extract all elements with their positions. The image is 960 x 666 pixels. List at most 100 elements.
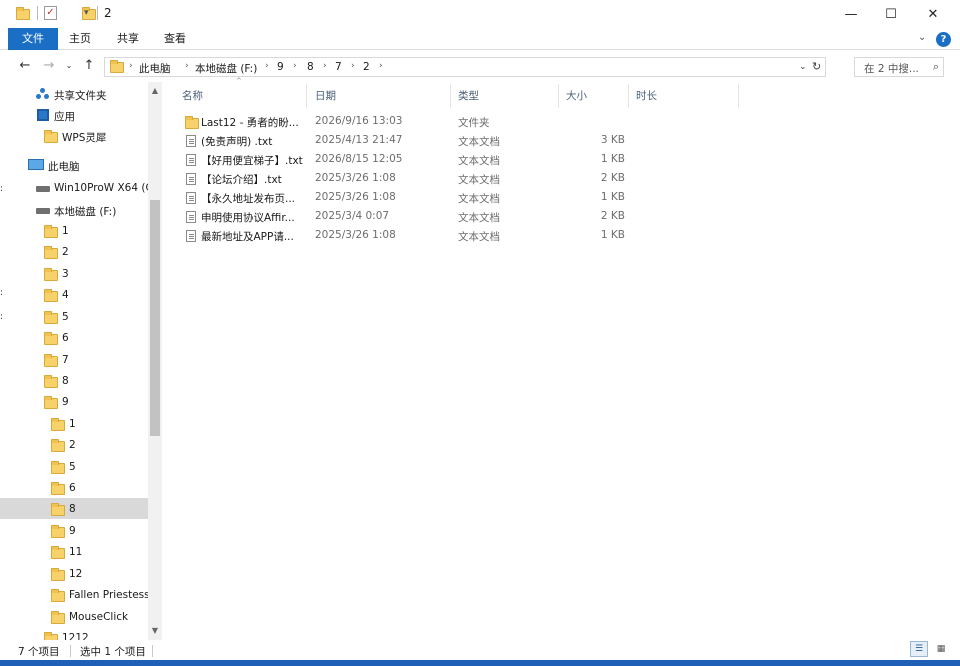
folder-icon [51, 418, 65, 431]
address-bar[interactable]: › 此电脑 › 本地磁盘 (F:) › 9 › 8 › 7 › 2 › ⌄ ↻ [104, 57, 826, 77]
taskbar-edge [0, 660, 960, 666]
details-view-icon[interactable]: ☰ [910, 641, 928, 657]
scrollbar-thumb[interactable] [150, 200, 160, 436]
ribbon: 文件 主页 共享 查看 ⌄ ? [0, 28, 960, 50]
folder-icon [51, 461, 65, 474]
sidebar-item-folder-9-9[interactable]: 9 [0, 520, 148, 541]
sidebar-item-this-pc[interactable]: 此电脑 [0, 155, 148, 176]
sidebar-item-mouseclick[interactable]: MouseClick [0, 606, 148, 627]
text-file-icon [186, 173, 196, 185]
tab-home[interactable]: 主页 [62, 28, 98, 50]
file-list[interactable]: 名称 ^ 日期 类型 大小 时长 Last12 - 勇者的盼... 2026/9… [170, 77, 950, 640]
large-icons-view-icon[interactable]: ▦ [932, 641, 950, 657]
sidebar-item-folder-4[interactable]: 4 [0, 284, 148, 305]
title-bar: ✓ ▾ 2 — ☐ ✕ [0, 0, 960, 28]
refresh-icon[interactable]: ↻ [812, 60, 821, 73]
breadcrumb-8[interactable]: 8 [307, 61, 314, 73]
list-item[interactable]: 申明使用协议Affir... 2025/3/4 0:07 文本文档 2 KB [182, 208, 632, 226]
quick-access-dropdown-icon[interactable]: ▾ [84, 8, 89, 18]
list-item[interactable]: 最新地址及APP请... 2025/3/26 1:08 文本文档 1 KB [182, 227, 632, 245]
list-item[interactable]: 【永久地址发布页... 2025/3/26 1:08 文本文档 1 KB [182, 189, 632, 207]
nav-scrollbar[interactable]: ▲ ▼ [148, 82, 162, 640]
sidebar-item-folder-9-6[interactable]: 6 [0, 477, 148, 498]
sidebar-item-folder-9-1[interactable]: 1 [0, 413, 148, 434]
sidebar-item-label: 3 [62, 268, 69, 280]
up-arrow-icon[interactable]: ↑ [80, 58, 98, 73]
breadcrumb-drive[interactable]: 本地磁盘 (F:) [195, 61, 257, 76]
column-divider[interactable] [450, 84, 451, 108]
column-header-date[interactable]: 日期 [315, 88, 336, 103]
window-title: 2 [104, 6, 112, 20]
sidebar-item-fallen-priestess[interactable]: Fallen Priestess [0, 584, 150, 605]
breadcrumb-this-pc[interactable]: 此电脑 [139, 61, 171, 76]
expand-ribbon-icon[interactable]: ⌄ [918, 32, 926, 43]
maximize-button[interactable]: ☐ [868, 0, 914, 28]
network-icon [36, 88, 50, 100]
separator [97, 6, 98, 20]
text-file-icon [186, 192, 196, 204]
sidebar-item-shared-folder[interactable]: 共享文件夹 [0, 84, 148, 105]
sidebar-item-folder-1212[interactable]: 1212 [0, 627, 148, 640]
sidebar-item-folder-9-8[interactable]: 8 [0, 498, 148, 519]
breadcrumb-2[interactable]: 2 [363, 61, 370, 73]
sidebar-item-folder-9[interactable]: 9 [0, 391, 148, 412]
tab-share[interactable]: 共享 [110, 28, 146, 50]
recent-locations-icon[interactable]: ⌄ [60, 61, 78, 70]
column-divider[interactable] [738, 84, 739, 108]
sidebar-item-folder-9-12[interactable]: 12 [0, 563, 148, 584]
file-type: 文本文档 [458, 136, 500, 148]
breadcrumb-7[interactable]: 7 [335, 61, 342, 73]
file-name: 最新地址及APP请... [201, 231, 294, 243]
folder-icon [44, 246, 58, 259]
list-item[interactable]: Last12 - 勇者的盼... 2026/9/16 13:03 文件夹 [182, 113, 632, 131]
sidebar-item-label: 5 [62, 311, 69, 323]
sidebar-item-label: 共享文件夹 [54, 90, 107, 102]
sidebar-item-label: 9 [69, 525, 76, 537]
file-date: 2025/3/26 1:08 [315, 172, 396, 184]
column-divider[interactable] [306, 84, 307, 108]
search-input[interactable]: 在 2 中搜... ⌕ [854, 57, 944, 77]
folder-icon [44, 130, 58, 143]
column-divider[interactable] [628, 84, 629, 108]
column-header-duration[interactable]: 时长 [636, 88, 657, 103]
column-header-name[interactable]: 名称 [182, 88, 203, 103]
address-dropdown-icon[interactable]: ⌄ [799, 62, 807, 72]
properties-icon[interactable]: ✓ [44, 6, 57, 20]
help-icon[interactable]: ? [936, 32, 951, 47]
back-arrow-icon[interactable]: ← [16, 58, 34, 73]
sidebar-item-label: WPS灵犀 [62, 132, 107, 144]
drive-icon [36, 208, 50, 214]
scroll-up-icon[interactable]: ▲ [148, 86, 162, 95]
sidebar-item-folder-9-2[interactable]: 2 [0, 434, 148, 455]
column-divider[interactable] [558, 84, 559, 108]
scroll-down-icon[interactable]: ▼ [148, 626, 162, 635]
sidebar-item-folder-6[interactable]: 6 [0, 327, 148, 348]
sidebar-item-folder-5[interactable]: 5 [0, 306, 148, 327]
forward-arrow-icon[interactable]: → [40, 58, 58, 73]
sidebar-item-c-drive[interactable]: Win10ProW X64 (C [0, 178, 153, 199]
folder-icon [51, 482, 65, 495]
sidebar-item-wps[interactable]: WPS灵犀 [0, 126, 148, 147]
close-button[interactable]: ✕ [910, 0, 956, 28]
sidebar-item-folder-9-5[interactable]: 5 [0, 456, 148, 477]
tab-view[interactable]: 查看 [157, 28, 193, 50]
tab-file[interactable]: 文件 [8, 28, 58, 50]
text-file-icon [186, 211, 196, 223]
sidebar-item-label: 8 [69, 503, 76, 515]
sidebar-item-f-drive[interactable]: 本地磁盘 (F:) [0, 200, 148, 221]
list-item[interactable]: 【论坛介绍】.txt 2025/3/26 1:08 文本文档 2 KB [182, 170, 632, 188]
sidebar-item-folder-8[interactable]: 8 [0, 370, 148, 391]
sidebar-item-folder-1[interactable]: 1 [0, 220, 148, 241]
list-item[interactable]: 【好用便宜梯子】.txt 2026/8/15 12:05 文本文档 1 KB [182, 151, 632, 169]
column-header-size[interactable]: 大小 [566, 88, 587, 103]
sidebar-item-folder-7[interactable]: 7 [0, 349, 148, 370]
pc-icon [28, 159, 44, 170]
sidebar-item-folder-3[interactable]: 3 [0, 263, 148, 284]
sidebar-item-folder-9-11[interactable]: 11 [0, 541, 148, 562]
sidebar-item-apps[interactable]: 应用 [0, 105, 148, 126]
sidebar-item-folder-2[interactable]: 2 [0, 241, 148, 262]
column-header-type[interactable]: 类型 [458, 88, 479, 103]
breadcrumb-9[interactable]: 9 [277, 61, 284, 73]
list-item[interactable]: (免责声明) .txt 2025/4/13 21:47 文本文档 3 KB [182, 132, 632, 150]
navigation-pane[interactable]: : : : 共享文件夹 应用 WPS灵犀 此电脑 Win10ProW X64 (… [0, 82, 162, 640]
